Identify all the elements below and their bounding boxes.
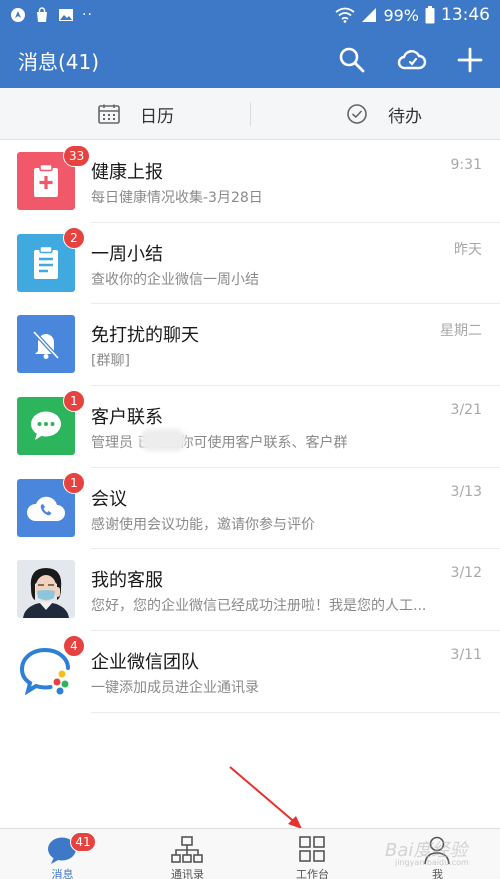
todo-button[interactable]: 待办: [346, 88, 422, 140]
signal-icon: [362, 8, 377, 22]
conversation-item[interactable]: 1 会议 感谢使用会议功能，邀请你参与评价 3/13: [0, 468, 500, 550]
unread-badge: 1: [63, 471, 85, 494]
phone-cloud-icon: [26, 496, 66, 521]
battery-percent: 99%: [383, 5, 419, 25]
shortcut-bar: 日历 待办: [0, 88, 500, 140]
row-divider: [91, 711, 500, 713]
calendar-icon: [98, 104, 120, 124]
first-aid-icon: [34, 163, 58, 197]
conversation-time: 3/11: [450, 647, 482, 664]
calendar-button[interactable]: 日历: [98, 88, 174, 140]
conversation-name: 客户联系: [91, 407, 163, 429]
conversation-list: 33 健康上报 每日健康情况收集-3月28日 9:31 2 一周小结 查收你的企…: [0, 141, 500, 713]
conversation-time: 3/13: [450, 483, 482, 500]
conversation-name: 企业微信团队: [91, 652, 199, 674]
clipboard-icon: [34, 245, 58, 279]
conversation-preview: 查收你的企业微信一周小结: [91, 271, 259, 288]
unread-badge: 1: [63, 390, 85, 413]
org-chart-icon: [171, 836, 203, 863]
conversation-preview: 感谢使用会议功能，邀请你参与评价: [91, 516, 315, 533]
conversation-preview: 一键添加成员进企业通讯录: [91, 680, 259, 697]
more-dots-icon: ··: [82, 7, 93, 23]
tab-unread-badge: 41: [70, 832, 96, 852]
conversation-item[interactable]: 4 企业微信团队 一键添加成员进企业通讯录 3/11: [0, 631, 500, 713]
conversation-name: 一周小结: [91, 243, 163, 265]
status-bar: ·· 99% 13:46: [0, 0, 500, 32]
page-title: 消息(41): [18, 50, 100, 74]
redaction-blur: [140, 429, 186, 451]
conversation-preview: 您好，您的企业微信已经成功注册啦！我是您的人工...: [91, 598, 427, 615]
app-header: 消息(41): [0, 32, 500, 88]
tab-workbench[interactable]: 工作台: [250, 829, 375, 879]
person-photo-icon: [17, 560, 75, 619]
wecom-logo-icon: [19, 648, 70, 696]
conversation-item[interactable]: 免打扰的聊天 [群聊] 星期二: [0, 304, 500, 387]
add-icon[interactable]: [454, 44, 486, 76]
tab-label: 我: [432, 868, 443, 879]
conversation-name: 健康上报: [91, 162, 163, 183]
conversation-name: 会议: [91, 488, 127, 510]
unread-badge: 4: [63, 635, 85, 658]
search-icon[interactable]: [336, 44, 368, 76]
conversation-item[interactable]: 33 健康上报 每日健康情况收集-3月28日 9:31: [0, 141, 500, 223]
navigation-icon: [11, 8, 25, 22]
battery-icon: [425, 6, 435, 24]
avatar: [17, 315, 75, 374]
conversation-preview: [群聊]: [91, 353, 130, 370]
conversation-item[interactable]: 2 一周小结 查收你的企业微信一周小结 昨天: [0, 223, 500, 305]
cloud-disk-icon[interactable]: [396, 44, 428, 76]
bag-icon: [37, 7, 47, 22]
conversation-name: 我的客服: [91, 570, 163, 592]
watermark-url: jingyan.baidu.com: [395, 858, 469, 867]
wifi-icon: [335, 7, 355, 23]
chat-bubble-icon: [31, 411, 61, 441]
conversation-time: 星期二: [440, 323, 482, 340]
conversation-name: 免打扰的聊天: [91, 325, 199, 347]
conversation-time: 9:31: [450, 157, 482, 173]
avatar: [17, 560, 75, 619]
conversation-time: 3/21: [450, 402, 482, 419]
tab-contacts[interactable]: 通讯录: [125, 829, 250, 879]
todo-label: 待办: [388, 106, 422, 127]
clock: 13:46: [441, 5, 490, 25]
unread-badge: 2: [63, 226, 85, 249]
conversation-time: 3/12: [450, 565, 482, 582]
tab-label: 消息: [51, 868, 74, 879]
tab-label: 工作台: [296, 868, 329, 879]
tab-messages[interactable]: 41 消息: [0, 829, 125, 879]
conversation-time: 昨天: [454, 241, 482, 258]
conversation-preview: 每日健康情况收集-3月28日: [91, 190, 263, 206]
conversation-item[interactable]: 1 客户联系 管理员 已配置你可使用客户联系、客户群 3/21: [0, 386, 500, 468]
divider: [250, 102, 251, 126]
bell-off-icon: [32, 331, 60, 360]
grid-icon: [299, 836, 325, 862]
todo-check-icon: [347, 104, 367, 124]
tab-label: 通讯录: [171, 868, 204, 879]
image-icon: [59, 9, 73, 21]
annotation-arrow-icon: [229, 766, 302, 829]
calendar-label: 日历: [140, 106, 174, 127]
conversation-item[interactable]: 我的客服 您好，您的企业微信已经成功注册啦！我是您的人工... 3/12: [0, 549, 500, 632]
unread-badge: 33: [63, 145, 91, 167]
